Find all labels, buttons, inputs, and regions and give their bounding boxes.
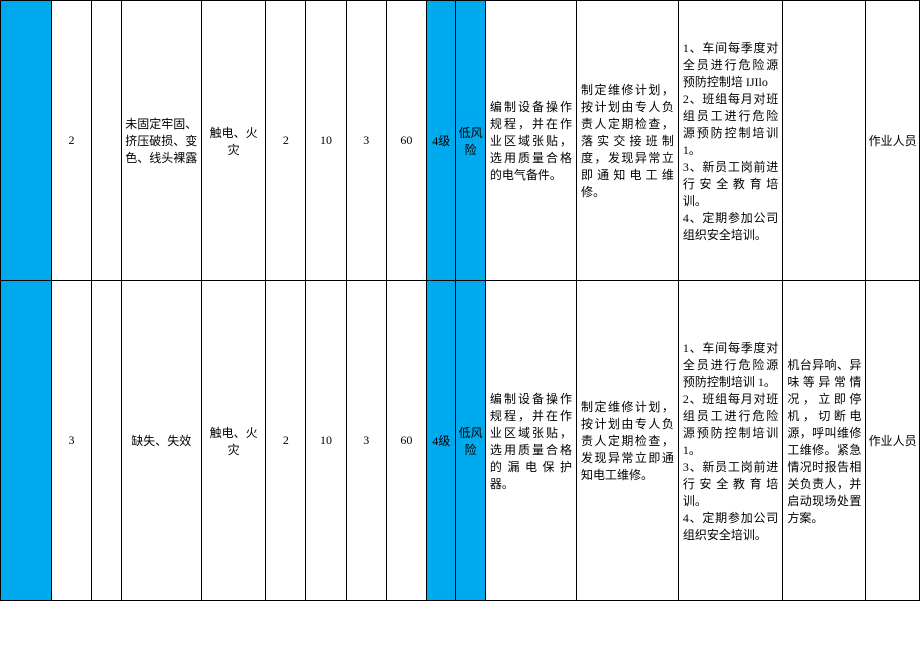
cell-hazard: 触电、火灾 <box>201 1 265 281</box>
cell-emergency <box>783 1 866 281</box>
cell-measure2: 制定维修计划，按计划由专人负责人定期检查，落实交接班制度，发现异常立即通知电工维… <box>577 1 679 281</box>
cell-responsible: 作业人员 <box>866 1 920 281</box>
cell-seq: 2 <box>51 1 91 281</box>
cell-col1 <box>1 281 52 601</box>
cell-d: 60 <box>386 1 426 281</box>
cell-emergency: 机台异响、异味等异常情况，立即停机，切断电源，呼叫维修工维修。紧急情况时报告相关… <box>783 281 866 601</box>
cell-col1 <box>1 1 52 281</box>
cell-col3 <box>92 281 121 601</box>
cell-defect: 未固定牢固、挤压破损、变色、线头裸露 <box>121 1 201 281</box>
cell-measure1: 编制设备操作规程，并在作业区域张贴，选用质量合格的电气备件。 <box>485 1 576 281</box>
cell-l: 2 <box>266 1 306 281</box>
cell-e: 10 <box>306 1 346 281</box>
cell-level-num: 4级 <box>426 1 455 281</box>
cell-level-text: 低风险 <box>456 1 485 281</box>
cell-hazard: 触电、火灾 <box>201 281 265 601</box>
cell-e: 10 <box>306 281 346 601</box>
table-row: 3 缺失、失效 触电、火灾 2 10 3 60 4级 低风险 编制设备操作规程，… <box>1 281 920 601</box>
cell-d: 60 <box>386 281 426 601</box>
cell-seq: 3 <box>51 281 91 601</box>
cell-training: 1、车间每季度对全员进行危险源预防控制培训 1。 2、班组每月对班组员工进行危险… <box>678 281 782 601</box>
cell-defect: 缺失、失效 <box>121 281 201 601</box>
cell-measure1: 编制设备操作规程，并在作业区域张贴，选用质量合格的漏电保护器。 <box>485 281 576 601</box>
cell-measure2: 制定维修计划，按计划由专人负责人定期检查，发现异常立即通知电工维修。 <box>577 281 679 601</box>
table-row: 2 未固定牢固、挤压破损、变色、线头裸露 触电、火灾 2 10 3 60 4级 … <box>1 1 920 281</box>
cell-l: 2 <box>266 281 306 601</box>
cell-col3 <box>92 1 121 281</box>
cell-level-text: 低风险 <box>456 281 485 601</box>
cell-training: 1、车间每季度对全员进行危险源预防控制培 IJIlo 2、班组每月对班组员工进行… <box>678 1 782 281</box>
risk-table: 2 未固定牢固、挤压破损、变色、线头裸露 触电、火灾 2 10 3 60 4级 … <box>0 0 920 601</box>
cell-responsible: 作业人员 <box>866 281 920 601</box>
cell-level-num: 4级 <box>426 281 455 601</box>
cell-c: 3 <box>346 1 386 281</box>
cell-c: 3 <box>346 281 386 601</box>
